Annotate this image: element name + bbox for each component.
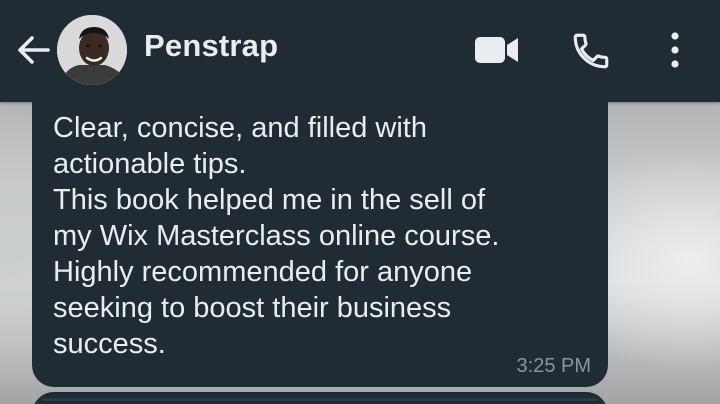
more-vertical-icon[interactable] — [660, 28, 690, 72]
message-timestamp: 3:25 PM — [516, 355, 591, 377]
bubble-divider — [42, 398, 598, 401]
next-message-bubble[interactable] — [32, 392, 608, 404]
avatar[interactable] — [57, 15, 127, 85]
contact-name[interactable]: Penstrap — [144, 28, 278, 64]
phone-icon[interactable] — [570, 30, 612, 72]
arrow-left-icon[interactable] — [14, 30, 54, 70]
chat-header: Penstrap — [0, 0, 720, 102]
video-camera-icon[interactable] — [474, 33, 520, 67]
message-text: Clear, concise, and filled with actionab… — [53, 112, 500, 360]
message-bubble[interactable]: Clear, concise, and filled with actionab… — [32, 96, 608, 387]
